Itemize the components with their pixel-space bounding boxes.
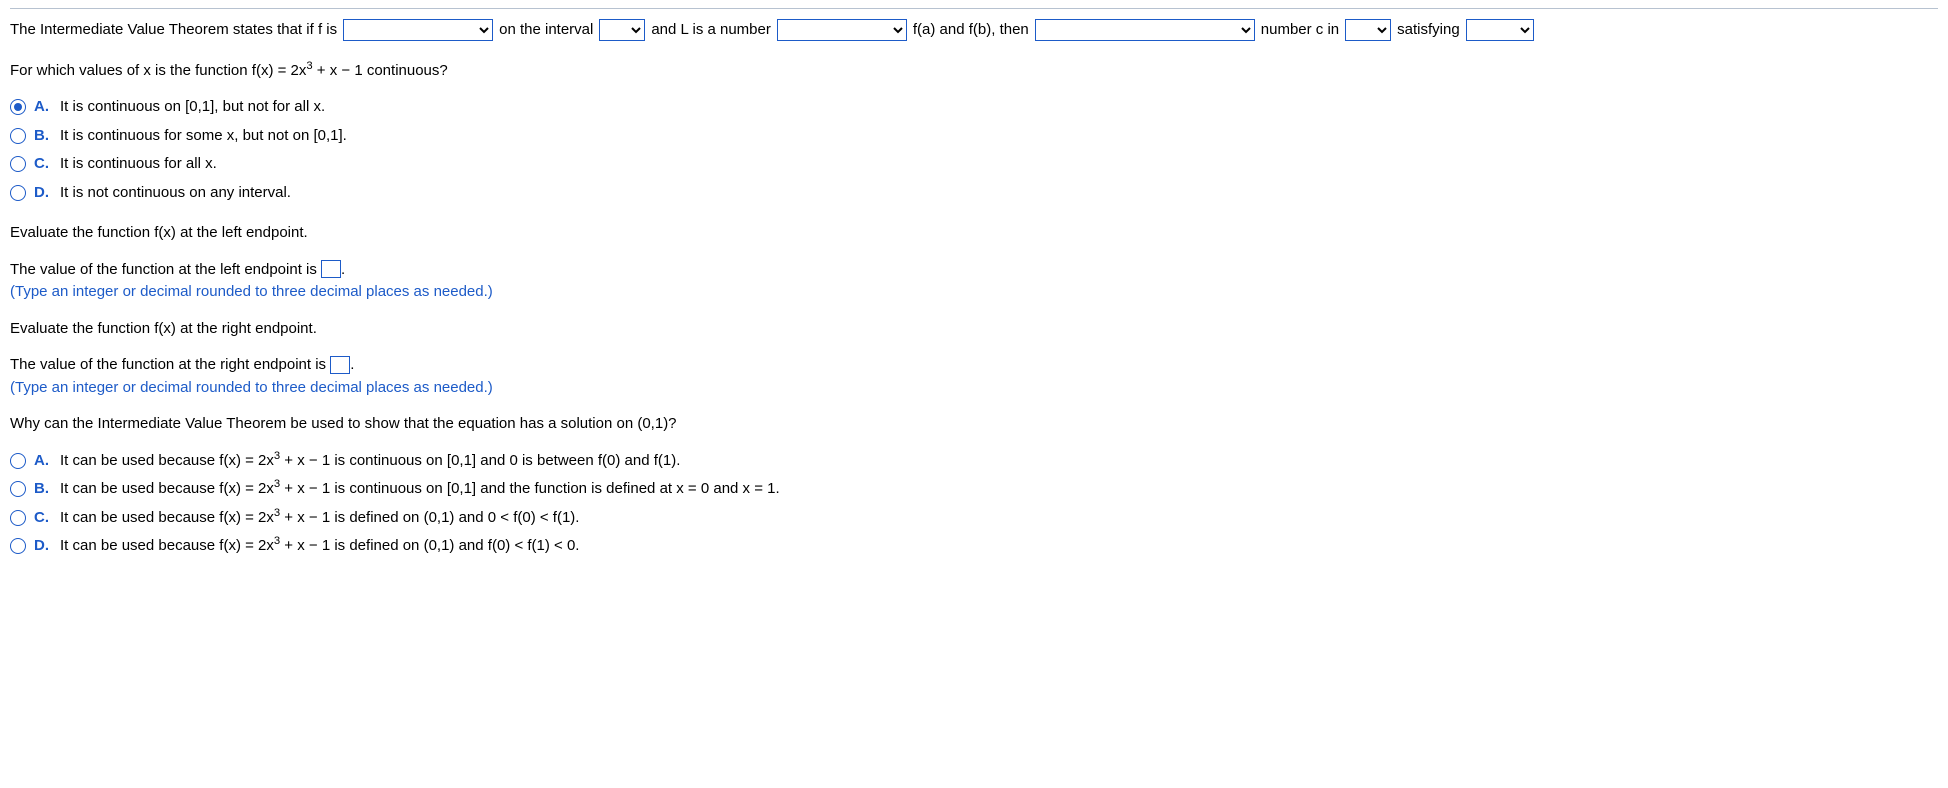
ivt-dropdown-2[interactable] [599,19,645,41]
ivt-dropdown-1[interactable] [343,19,493,41]
q2-label-b: B. [34,478,52,501]
q2-radio-d[interactable] [10,538,26,554]
q1-prompt-pre: For which values of x is the function f(… [10,62,306,79]
ivt-text-6: satisfying [1397,19,1460,42]
q2-d-post: + x − 1 is defined on (0,1) and f(0) < f… [280,537,579,554]
ivt-statement: The Intermediate Value Theorem states th… [10,19,1938,42]
right-endpoint-pre: The value of the function at the right e… [10,356,330,373]
left-endpoint-prompt: Evaluate the function f(x) at the left e… [10,222,1938,245]
ivt-text-2: on the interval [499,19,593,42]
q2-radio-a[interactable] [10,453,26,469]
ivt-text-4: f(a) and f(b), then [913,19,1029,42]
right-endpoint-stmt: The value of the function at the right e… [10,354,1938,399]
q1-option-a: It is continuous on [0,1], but not for a… [60,96,325,119]
q2-prompt: Why can the Intermediate Value Theorem b… [10,413,1938,436]
q2-choices: A. It can be used because f(x) = 2x3 + x… [10,450,1938,558]
q1-label-b: B. [34,125,52,148]
top-divider [10,8,1938,9]
q2-option-c: It can be used because f(x) = 2x3 + x − … [60,507,579,530]
left-endpoint-post: . [341,261,345,278]
ivt-dropdown-5[interactable] [1345,19,1391,41]
q1-option-c: It is continuous for all x. [60,153,217,176]
q1-option-d: It is not continuous on any interval. [60,182,291,205]
right-endpoint-prompt: Evaluate the function f(x) at the right … [10,318,1938,341]
q2-c-pre: It can be used because f(x) = 2x [60,509,274,526]
q2-b-post: + x − 1 is continuous on [0,1] and the f… [280,480,780,497]
q1-choices: A. It is continuous on [0,1], but not fo… [10,96,1938,204]
ivt-dropdown-4[interactable] [1035,19,1255,41]
right-endpoint-input[interactable] [330,356,350,374]
q1-prompt-post: + x − 1 continuous? [313,62,448,79]
q2-d-pre: It can be used because f(x) = 2x [60,537,274,554]
q1-prompt: For which values of x is the function f(… [10,60,1938,83]
ivt-text-5: number c in [1261,19,1339,42]
q2-b-pre: It can be used because f(x) = 2x [60,480,274,497]
q2-option-b: It can be used because f(x) = 2x3 + x − … [60,478,780,501]
left-endpoint-pre: The value of the function at the left en… [10,261,321,278]
q1-label-a: A. [34,96,52,119]
q1-radio-d[interactable] [10,185,26,201]
q1-radio-b[interactable] [10,128,26,144]
q2-c-post: + x − 1 is defined on (0,1) and 0 < f(0)… [280,509,579,526]
q1-radio-a[interactable] [10,99,26,115]
q2-radio-b[interactable] [10,481,26,497]
ivt-text-3: and L is a number [651,19,771,42]
q2-a-pre: It can be used because f(x) = 2x [60,452,274,469]
q2-label-c: C. [34,507,52,530]
ivt-dropdown-3[interactable] [777,19,907,41]
q2-a-post: + x − 1 is continuous on [0,1] and 0 is … [280,452,680,469]
left-endpoint-hint: (Type an integer or decimal rounded to t… [10,283,493,300]
q1-label-c: C. [34,153,52,176]
q1-option-b: It is continuous for some x, but not on … [60,125,347,148]
ivt-text-1: The Intermediate Value Theorem states th… [10,19,337,42]
left-endpoint-stmt: The value of the function at the left en… [10,259,1938,304]
q2-label-d: D. [34,535,52,558]
q1-radio-c[interactable] [10,156,26,172]
q2-label-a: A. [34,450,52,473]
q2-radio-c[interactable] [10,510,26,526]
right-endpoint-post: . [350,356,354,373]
q1-label-d: D. [34,182,52,205]
left-endpoint-input[interactable] [321,260,341,278]
q2-option-a: It can be used because f(x) = 2x3 + x − … [60,450,680,473]
ivt-dropdown-6[interactable] [1466,19,1534,41]
q2-option-d: It can be used because f(x) = 2x3 + x − … [60,535,579,558]
right-endpoint-hint: (Type an integer or decimal rounded to t… [10,379,493,396]
